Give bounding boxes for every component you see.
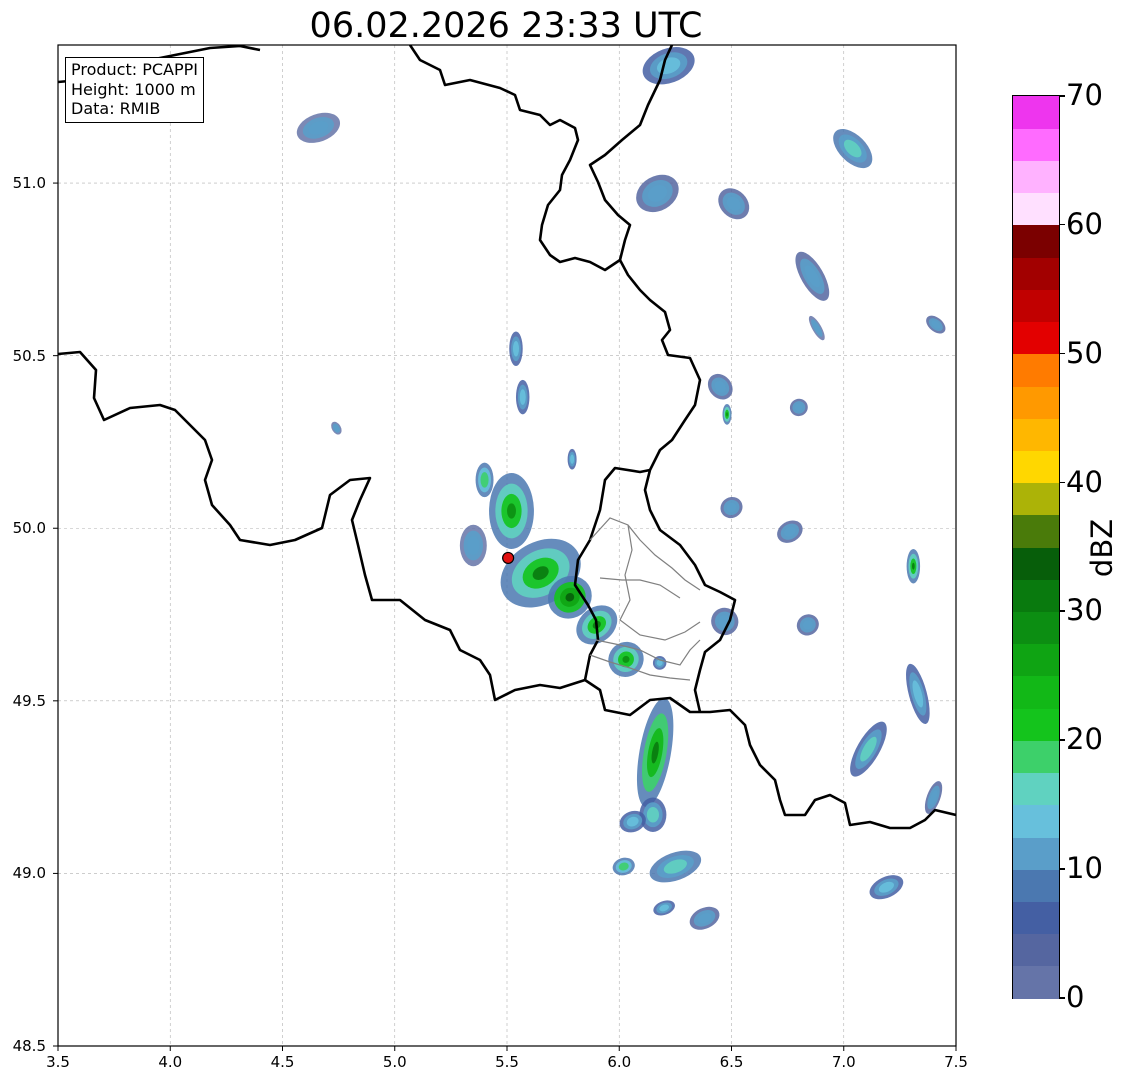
echo-cell — [480, 472, 489, 488]
y-tick-label: 50.0 — [12, 519, 46, 538]
info-data: Data: RMIB — [71, 99, 161, 118]
colorbar-tick-label: 20 — [1066, 722, 1103, 757]
y-tick-label: 49.0 — [12, 864, 46, 883]
colorbar-segment — [1013, 579, 1059, 613]
colorbar-segment — [1013, 385, 1059, 419]
echo-cell — [726, 412, 728, 417]
radar-map — [53, 44, 957, 1051]
colorbar-segment — [1013, 257, 1059, 290]
y-tick-label: 50.5 — [12, 346, 46, 365]
colorbar-segment — [1013, 901, 1059, 935]
x-tick-label: 7.0 — [831, 1053, 856, 1071]
colorbar-tick-label: 40 — [1066, 464, 1103, 499]
colorbar-segment — [1013, 547, 1059, 580]
echo-cell — [911, 562, 915, 570]
info-product: Product: PCAPPI — [71, 60, 199, 79]
colorbar-tick-mark — [1059, 868, 1065, 870]
colorbar-tick-mark — [1059, 997, 1065, 999]
colorbar-segment — [1013, 192, 1059, 226]
colorbar-segment — [1013, 96, 1059, 129]
x-tick-label: 5.5 — [495, 1053, 519, 1071]
x-tick-label: 3.5 — [46, 1053, 70, 1071]
colorbar-segment — [1013, 128, 1059, 162]
info-box: Product: PCAPPI Height: 1000 m Data: RMI… — [65, 57, 205, 123]
colorbar-segment — [1013, 965, 1059, 999]
x-tick-label: 7.5 — [944, 1053, 968, 1071]
y-tick-label: 48.5 — [12, 1037, 46, 1055]
colorbar-tick-label: 10 — [1066, 851, 1103, 886]
echo-cell — [507, 503, 516, 519]
radar-site-marker — [502, 551, 515, 565]
echo-cell — [570, 454, 575, 464]
x-tick-label: 5.0 — [382, 1053, 407, 1071]
x-tick-label: 6.0 — [607, 1053, 632, 1071]
x-tick-label: 6.5 — [719, 1053, 744, 1071]
y-tick-label: 51.0 — [12, 174, 46, 193]
colorbar-tick-label: 50 — [1066, 335, 1103, 370]
colorbar-segment — [1013, 772, 1059, 806]
colorbar-segment — [1013, 482, 1059, 516]
colorbar-segment — [1013, 289, 1059, 323]
colorbar-tick-label: 60 — [1066, 206, 1103, 241]
colorbar-tick-mark — [1059, 610, 1065, 612]
colorbar-segment — [1013, 643, 1059, 677]
echo-cell — [467, 536, 480, 555]
colorbar-title: dBZ — [1085, 518, 1119, 578]
echo-cell — [519, 389, 526, 405]
colorbar-segment — [1013, 418, 1059, 451]
colorbar-segment — [1013, 224, 1059, 258]
colorbar-segment — [1013, 675, 1059, 709]
colorbar-segment — [1013, 160, 1059, 194]
colorbar-tick-mark — [1059, 223, 1065, 226]
colorbar-tick-mark — [1059, 352, 1065, 355]
colorbar-tick-label: 70 — [1066, 78, 1103, 112]
colorbar-segment — [1013, 450, 1059, 484]
colorbar-segment — [1013, 804, 1059, 838]
colorbar-tick-mark — [1059, 481, 1065, 484]
colorbar-tick-mark — [1059, 739, 1065, 741]
echo-cell — [646, 806, 659, 823]
x-tick-label: 4.5 — [270, 1053, 295, 1071]
x-tick-label: 4.0 — [158, 1053, 183, 1071]
colorbar — [1012, 95, 1060, 999]
colorbar-segment — [1013, 933, 1059, 967]
colorbar-segment — [1013, 321, 1059, 355]
colorbar-segment — [1013, 708, 1059, 741]
colorbar-tick-mark — [1059, 95, 1065, 97]
colorbar-segment — [1013, 869, 1059, 902]
colorbar-tick-label: 30 — [1066, 593, 1103, 628]
echo-cell — [512, 340, 520, 357]
colorbar-segment — [1013, 740, 1059, 774]
colorbar-segment — [1013, 836, 1059, 870]
y-tick-label: 49.5 — [12, 691, 46, 710]
colorbar-segment — [1013, 611, 1059, 645]
colorbar-segment — [1013, 353, 1059, 387]
colorbar-segment — [1013, 514, 1059, 548]
colorbar-tick-label: 0 — [1066, 980, 1085, 1014]
info-height: Height: 1000 m — [71, 79, 196, 99]
